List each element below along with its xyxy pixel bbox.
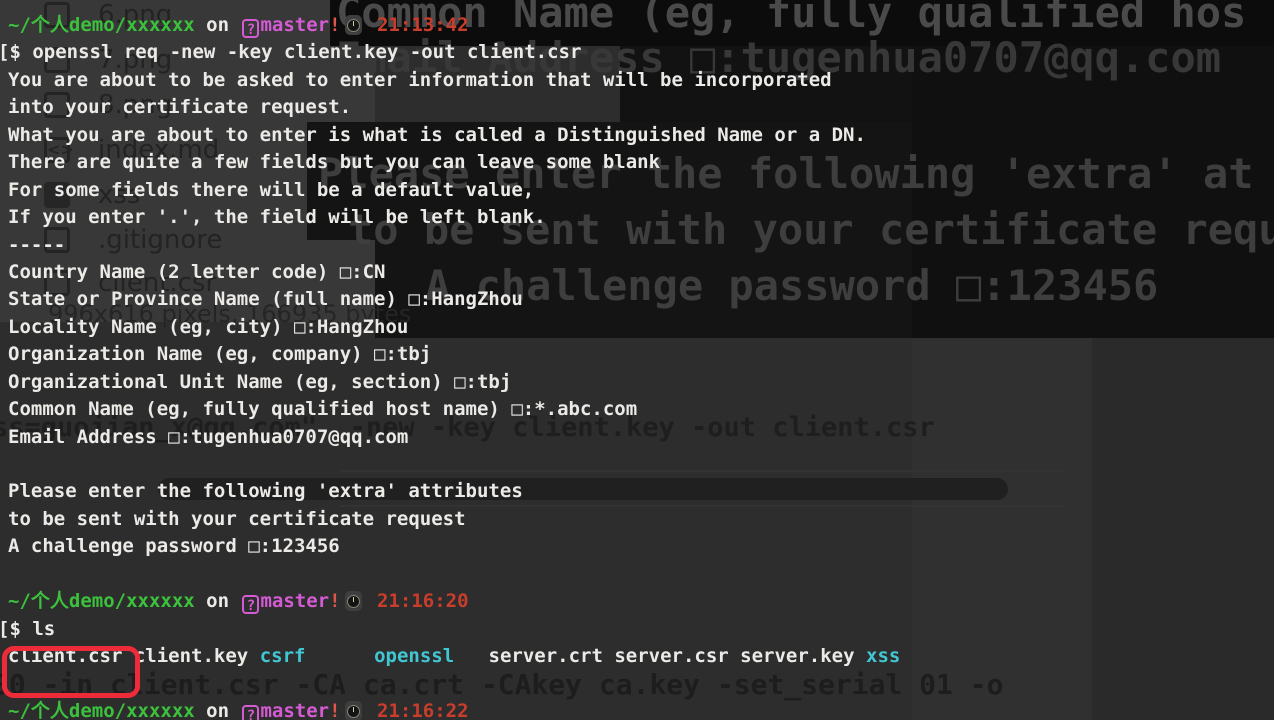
git-branch-name: master xyxy=(260,14,329,36)
prompt-separator: on xyxy=(195,700,241,720)
prompt-separator: on xyxy=(195,590,241,612)
terminal-line: Organizational Unit Name (eg, section) □… xyxy=(8,369,1274,396)
desktop: 6.png7.png8.png<>index.mdxss.gitignorecl… xyxy=(0,0,1274,720)
prompt-path: ~/个人demo/xxxxxx xyxy=(8,700,195,720)
git-dirty-flag: ! xyxy=(329,590,340,612)
git-branch-icon: ? xyxy=(242,595,259,614)
terminal-line xyxy=(8,451,1274,478)
git-dirty-flag: ! xyxy=(329,14,340,36)
terminal-line xyxy=(8,671,1274,698)
watch-icon xyxy=(345,15,362,35)
terminal-line: If you enter '.', the field will be left… xyxy=(8,204,1274,231)
terminal-line: There are quite a few fields but you can… xyxy=(8,149,1274,176)
prompt-separator: on xyxy=(195,14,241,36)
git-branch-icon: ? xyxy=(242,19,259,38)
directory-name: xss xyxy=(866,645,900,667)
terminal-line: ~/个人demo/xxxxxx on ?master! 21:16:20 xyxy=(8,588,1274,615)
terminal-line: [$ ls xyxy=(0,616,1274,643)
prompt-path: ~/个人demo/xxxxxx xyxy=(8,14,195,36)
prompt-time: 21:16:22 xyxy=(366,700,469,720)
terminal-line: For some fields there will be a default … xyxy=(8,177,1274,204)
terminal-screen[interactable]: ~/个人demo/xxxxxx on ?master! 21:13:42[$ o… xyxy=(8,12,1274,720)
terminal-line: Locality Name (eg, city) □:HangZhou xyxy=(8,314,1274,341)
spacer xyxy=(454,645,488,667)
terminal-line: Country Name (2 letter code) □:CN xyxy=(8,259,1274,286)
terminal-line: Please enter the following 'extra' attri… xyxy=(8,478,1274,505)
terminal-line: A challenge password □:123456 xyxy=(8,533,1274,560)
terminal-line: to be sent with your certificate request xyxy=(8,506,1274,533)
git-branch-icon: ? xyxy=(242,705,259,720)
terminal-line: What you are about to enter is what is c… xyxy=(8,122,1274,149)
terminal-line: client.csr client.key csrf openssl serve… xyxy=(8,643,1274,670)
spacer xyxy=(305,645,374,667)
prompt-time: 21:13:42 xyxy=(366,14,469,36)
terminal-line: ~/个人demo/xxxxxx on ?master! 21:16:22 xyxy=(8,698,1274,720)
terminal-line xyxy=(8,561,1274,588)
terminal-line: [$ openssl req -new -key client.key -out… xyxy=(0,39,1274,66)
watch-icon xyxy=(345,701,362,720)
git-branch-name: master xyxy=(260,590,329,612)
git-branch-name: master xyxy=(260,700,329,720)
terminal-line: Organization Name (eg, company) □:tbj xyxy=(8,341,1274,368)
terminal-line: Common Name (eg, fully qualified host na… xyxy=(8,396,1274,423)
terminal-line: ~/个人demo/xxxxxx on ?master! 21:13:42 xyxy=(8,12,1274,39)
spacer xyxy=(248,645,259,667)
directory-name: csrf xyxy=(260,645,306,667)
prompt-time: 21:16:20 xyxy=(366,590,469,612)
git-dirty-flag: ! xyxy=(329,700,340,720)
file-name: client.key xyxy=(134,645,248,667)
highlight-box xyxy=(2,646,140,698)
file-name: server.crt server.csr server.key xyxy=(489,645,867,667)
terminal-line: State or Province Name (full name) □:Han… xyxy=(8,286,1274,313)
watch-icon xyxy=(345,591,362,611)
terminal-line: into your certificate request. xyxy=(8,94,1274,121)
terminal-line: You are about to be asked to enter infor… xyxy=(8,67,1274,94)
terminal-line: ----- xyxy=(8,232,1274,259)
prompt-path: ~/个人demo/xxxxxx xyxy=(8,590,195,612)
directory-name: openssl xyxy=(374,645,454,667)
terminal-line: Email Address □:tugenhua0707@qq.com xyxy=(8,424,1274,451)
